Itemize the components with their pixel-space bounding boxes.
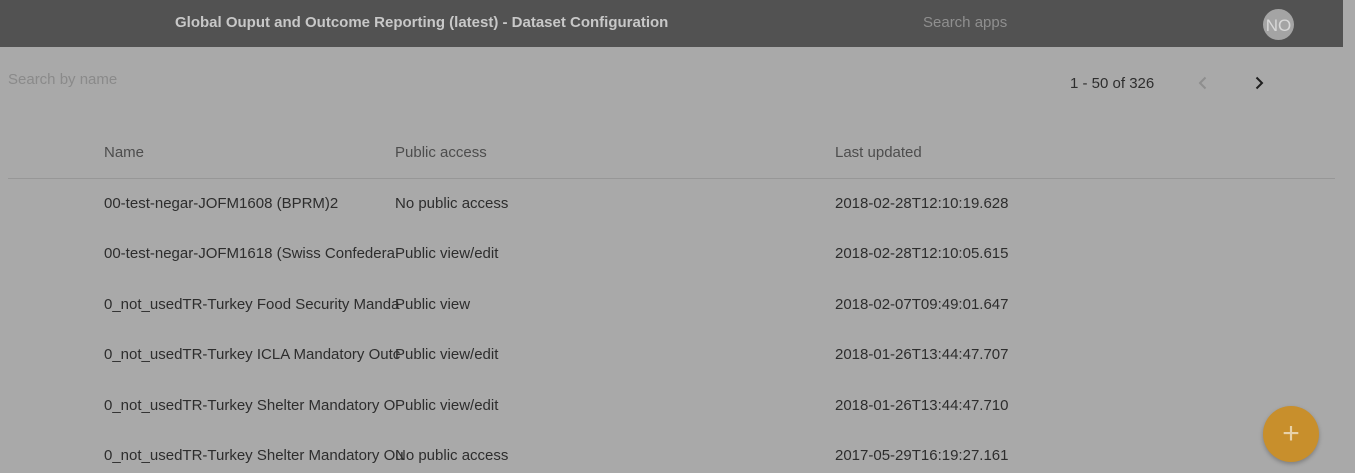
cell-name: 0_not_usedTR-Turkey Shelter Mandatory Ou (104, 446, 404, 464)
cell-public-access: Public view/edit (395, 245, 499, 263)
cell-name: 0_not_usedTR-Turkey Shelter Mandatory O (104, 396, 396, 414)
cell-last-updated: 2018-02-07T09:49:01.647 (835, 295, 1009, 313)
cell-name: 0_not_usedTR-Turkey ICLA Mandatory Outc (104, 346, 401, 364)
cell-public-access: No public access (395, 446, 509, 464)
app-root: Global Ouput and Outcome Reporting (late… (0, 0, 1355, 473)
column-header-public-access[interactable]: Public access (395, 144, 487, 161)
add-dataset-button[interactable]: + (1263, 406, 1319, 462)
avatar[interactable]: NO (1263, 9, 1294, 40)
cell-last-updated: 2018-01-26T13:44:47.707 (835, 346, 1009, 364)
column-header-name[interactable]: Name (104, 144, 144, 161)
cell-public-access: No public access (395, 195, 509, 212)
previous-page-button[interactable] (1193, 73, 1213, 93)
chevron-right-icon (1249, 73, 1269, 93)
cell-last-updated: 2018-02-28T12:10:05.615 (835, 245, 1009, 263)
chevron-left-icon (1193, 73, 1213, 93)
cell-last-updated: 2018-01-26T13:44:47.710 (835, 396, 1009, 414)
search-by-name-input[interactable] (8, 71, 408, 88)
search-apps-input[interactable] (923, 14, 1123, 31)
table-row[interactable]: 0_not_usedTR-Turkey Food Security Manda … (8, 280, 1335, 330)
cell-last-updated: 2017-05-29T16:19:27.161 (835, 446, 1009, 464)
table-row[interactable]: 00-test-negar-JOFM1618 (Swiss Confedera … (8, 229, 1335, 279)
cell-public-access: Public view (395, 295, 471, 313)
app-header: Global Ouput and Outcome Reporting (late… (0, 0, 1343, 47)
page-title: Global Ouput and Outcome Reporting (late… (175, 14, 669, 31)
cell-name: 00-test-negar-JOFM1608 (BPRM)2 (104, 195, 339, 212)
table-row[interactable]: 0_not_usedTR-Turkey Shelter Mandatory O … (8, 381, 1335, 431)
pagination-label: 1 - 50 of 326 (1070, 75, 1155, 92)
cell-name: 0_not_usedTR-Turkey Food Security Manda (104, 295, 400, 313)
cell-name: 00-test-negar-JOFM1618 (Swiss Confedera (104, 245, 395, 263)
column-header-last-updated[interactable]: Last updated (835, 144, 922, 161)
table-row[interactable]: 0_not_usedTR-Turkey ICLA Mandatory Outc … (8, 330, 1335, 380)
cell-public-access: Public view/edit (395, 346, 499, 364)
next-page-button[interactable] (1249, 73, 1269, 93)
table-row[interactable]: 0_not_usedTR-Turkey Shelter Mandatory Ou… (8, 431, 1335, 473)
table-row[interactable]: 00-test-negar-JOFM1608 (BPRM)2 No public… (8, 179, 1335, 229)
table-header: Name Public access Last updated (8, 130, 1335, 179)
dataset-table: Name Public access Last updated 00-test-… (8, 130, 1335, 473)
plus-icon: + (1282, 417, 1300, 450)
cell-last-updated: 2018-02-28T12:10:19.628 (835, 195, 1009, 212)
cell-public-access: Public view/edit (395, 396, 499, 414)
